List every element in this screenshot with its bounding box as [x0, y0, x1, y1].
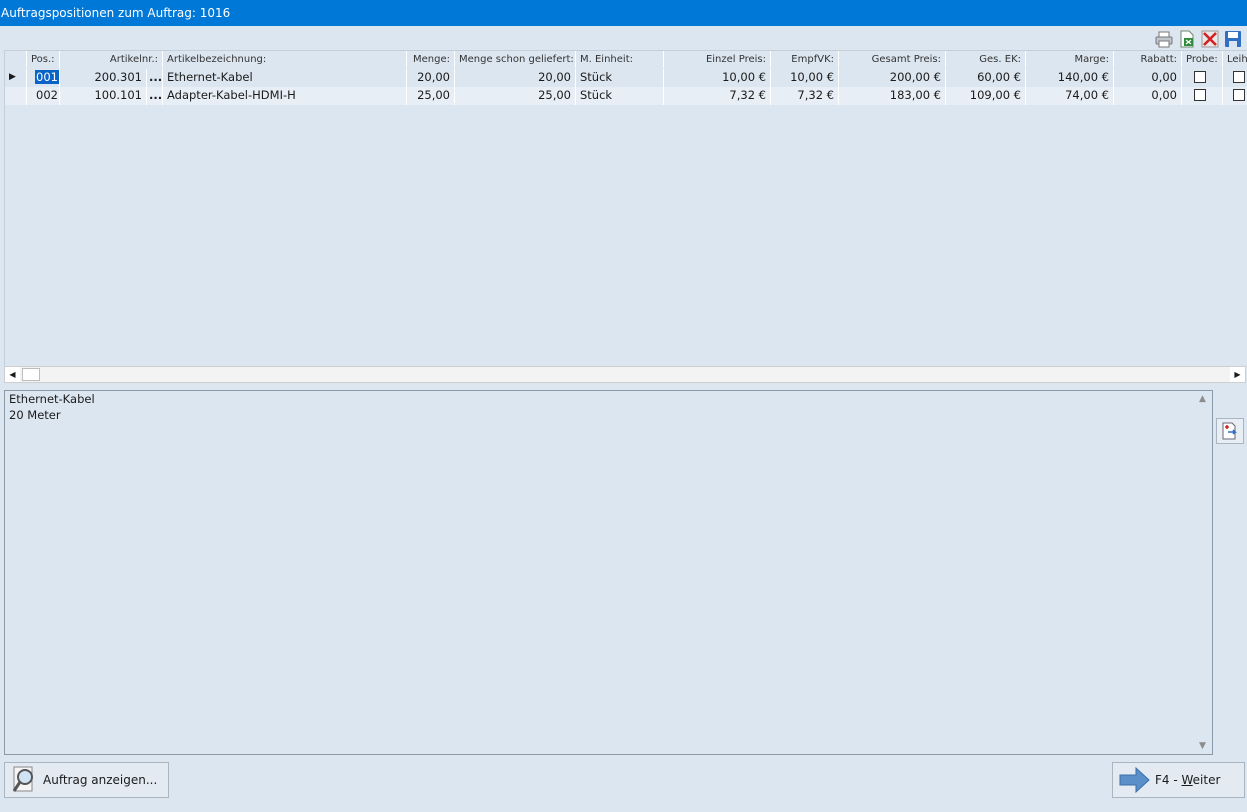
rabatt-cell[interactable]: 0,00 [1114, 69, 1182, 87]
toolbar [1154, 29, 1243, 49]
einheit-cell[interactable]: Stück [576, 87, 664, 105]
scroll-up-icon[interactable]: ▲ [1199, 394, 1206, 404]
menge-cell[interactable]: 25,00 [407, 87, 455, 105]
header-leih[interactable]: Leih [1223, 51, 1247, 68]
description-memo[interactable]: Ethernet-Kabel 20 Meter ▲ ▼ [4, 390, 1213, 755]
window-title: Auftragspositionen zum Auftrag: 1016 [0, 0, 1247, 26]
lookup-button[interactable]: ... [147, 69, 163, 87]
next-button[interactable]: F4 - Weiter [1112, 762, 1245, 798]
show-order-label: Auftrag anzeigen... [43, 773, 158, 787]
empfvk-cell[interactable]: 10,00 € [771, 69, 839, 87]
header-einheit[interactable]: M. Einheit: [576, 51, 664, 68]
header-marge[interactable]: Marge: [1026, 51, 1114, 68]
show-order-button[interactable]: Auftrag anzeigen... [4, 762, 169, 798]
gesamtpreis-cell[interactable]: 183,00 € [839, 87, 946, 105]
magnifier-icon [11, 765, 41, 795]
positions-grid[interactable]: Pos.: Artikelnr.: Artikelbezeichnung: Me… [4, 50, 1247, 366]
delete-icon[interactable] [1200, 29, 1220, 49]
next-label-rest: eiter [1192, 773, 1221, 787]
header-indicator [5, 51, 27, 68]
header-bezeichnung[interactable]: Artikelbezeichnung: [163, 51, 407, 68]
table-row[interactable]: ▶ 001 200.301 ... Ethernet-Kabel 20,00 2… [5, 69, 1247, 87]
empfvk-cell[interactable]: 7,32 € [771, 87, 839, 105]
scroll-left-icon[interactable]: ◀ [5, 367, 20, 382]
geliefert-cell[interactable]: 25,00 [455, 87, 576, 105]
header-empfvk[interactable]: EmpfVK: [771, 51, 839, 68]
printer-icon[interactable] [1154, 29, 1174, 49]
leih-checkbox[interactable] [1233, 88, 1245, 101]
einheit-cell[interactable]: Stück [576, 69, 664, 87]
insert-text-button[interactable] [1216, 418, 1244, 444]
einzelpreis-cell[interactable]: 7,32 € [664, 87, 771, 105]
leih-checkbox[interactable] [1233, 70, 1245, 83]
probe-checkbox[interactable] [1194, 88, 1206, 101]
header-artikelnr[interactable]: Artikelnr.: [60, 51, 163, 68]
table-row[interactable]: 002 100.101 ... Adapter-Kabel-HDMI-H 25,… [5, 87, 1247, 105]
horizontal-scrollbar[interactable]: ◀ ▶ [4, 366, 1246, 383]
artikelnr-cell[interactable]: 100.101 [60, 87, 147, 105]
lookup-button[interactable]: ... [147, 87, 163, 105]
header-einzelpreis[interactable]: Einzel Preis: [664, 51, 771, 68]
row-indicator-icon: ▶ [5, 69, 27, 87]
excel-export-icon[interactable] [1177, 29, 1197, 49]
menge-cell[interactable]: 20,00 [407, 69, 455, 87]
gesek-cell[interactable]: 109,00 € [946, 87, 1026, 105]
header-menge[interactable]: Menge: [407, 51, 455, 68]
save-icon[interactable] [1223, 29, 1243, 49]
vertical-scrollbar[interactable]: ▲ ▼ [1196, 391, 1212, 754]
marge-cell[interactable]: 140,00 € [1026, 69, 1114, 87]
row-indicator [5, 87, 27, 105]
memo-text[interactable]: Ethernet-Kabel 20 Meter [9, 392, 95, 423]
gesek-cell[interactable]: 60,00 € [946, 69, 1026, 87]
gesamtpreis-cell[interactable]: 200,00 € [839, 69, 946, 87]
scroll-down-icon[interactable]: ▼ [1199, 741, 1206, 751]
marge-cell[interactable]: 74,00 € [1026, 87, 1114, 105]
probe-checkbox[interactable] [1194, 70, 1206, 83]
scrollbar-thumb[interactable] [22, 368, 40, 381]
header-gesek[interactable]: Ges. EK: [946, 51, 1026, 68]
pos-cell[interactable]: 001 [35, 70, 59, 84]
header-rabatt[interactable]: Rabatt: [1114, 51, 1182, 68]
header-gesamtpreis[interactable]: Gesamt Preis: [839, 51, 946, 68]
artikelnr-cell[interactable]: 200.301 [60, 69, 147, 87]
bezeichnung-cell[interactable]: Ethernet-Kabel [163, 69, 407, 87]
pos-cell[interactable]: 002 [27, 87, 60, 105]
header-geliefert[interactable]: Menge schon geliefert: [455, 51, 576, 68]
arrow-right-icon [1119, 766, 1151, 794]
einzelpreis-cell[interactable]: 10,00 € [664, 69, 771, 87]
next-label: F4 - Weiter [1155, 773, 1220, 787]
bezeichnung-cell[interactable]: Adapter-Kabel-HDMI-H [163, 87, 407, 105]
header-pos[interactable]: Pos.: [27, 51, 60, 68]
next-label-accesskey: W [1181, 773, 1193, 787]
insert-document-icon [1222, 422, 1237, 440]
scroll-right-icon[interactable]: ▶ [1230, 367, 1245, 382]
geliefert-cell[interactable]: 20,00 [455, 69, 576, 87]
grid-header: Pos.: Artikelnr.: Artikelbezeichnung: Me… [5, 51, 1247, 68]
rabatt-cell[interactable]: 0,00 [1114, 87, 1182, 105]
next-label-prefix: F4 - [1155, 773, 1182, 787]
header-probe[interactable]: Probe: [1182, 51, 1223, 68]
